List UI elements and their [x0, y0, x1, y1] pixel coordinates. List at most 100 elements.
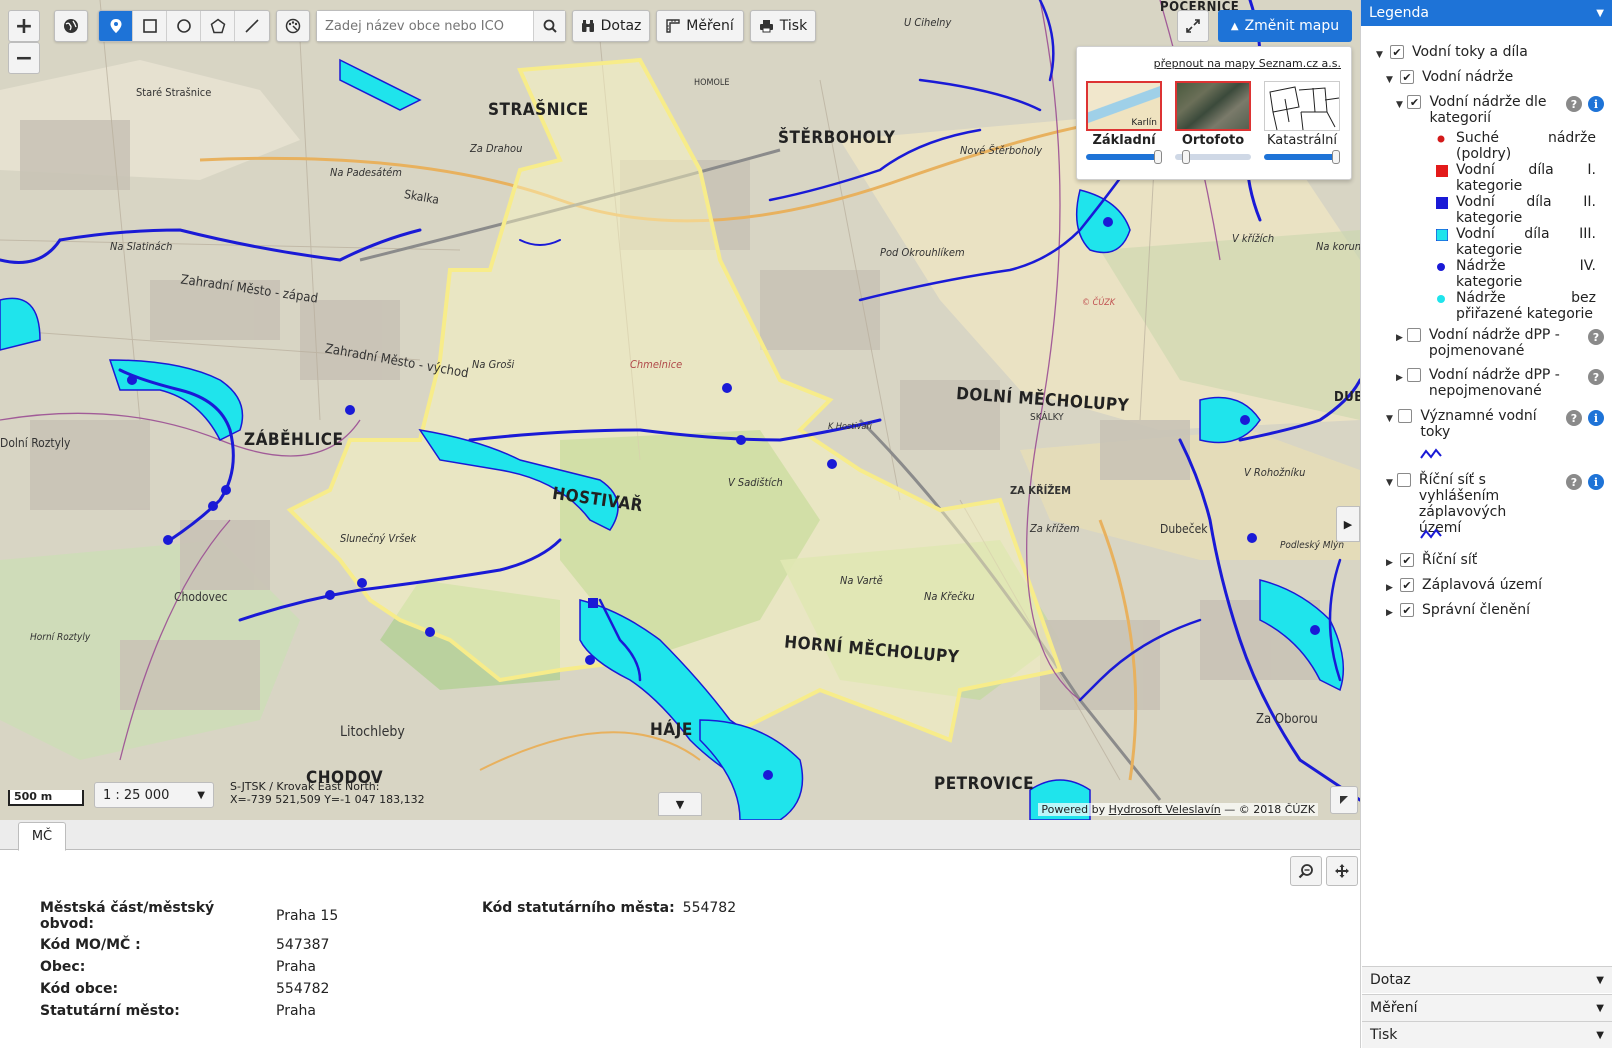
change-map-button[interactable]: ▲ Změnit mapu	[1218, 10, 1352, 42]
legend-item-vodni-toky[interactable]: ▼ ✔ Vodní toky a díla	[1376, 44, 1528, 60]
expand-right-icon[interactable]: ▶	[1386, 555, 1396, 568]
accordion-print[interactable]: Tisk ▼	[1362, 1021, 1612, 1048]
legend-item-spravni[interactable]: ▶ ✔ Správní členění	[1386, 602, 1530, 618]
legend-label: Záplavová území	[1422, 577, 1543, 593]
collapse-info-button[interactable]: ▼	[658, 792, 702, 816]
legend-item-ricni-sit[interactable]: ▶ ✔ Říční síť	[1386, 552, 1477, 568]
cadastral-opacity-slider[interactable]	[1264, 150, 1340, 164]
expand-down-icon[interactable]: ▼	[1386, 411, 1394, 424]
expand-down-icon[interactable]: ▼	[1396, 97, 1403, 110]
legend-item-zaplavova[interactable]: ▶ ✔ Záplavová území	[1386, 577, 1542, 593]
ortho-slider-knob[interactable]	[1181, 150, 1190, 164]
query-label: Dotaz	[600, 18, 642, 34]
accordion-measure[interactable]: Měření ▼	[1362, 994, 1612, 1021]
checkbox-unchecked[interactable]	[1396, 473, 1411, 487]
expand-down-icon[interactable]: ▼	[1386, 475, 1393, 488]
legend-item-nadrze-kategorie[interactable]: ▼ ✔ Vodní nádrže dle kategorií	[1396, 94, 1566, 126]
info-icon[interactable]: i	[1588, 410, 1604, 426]
legend-item-vodni-nadrze[interactable]: ▼ ✔ Vodní nádrže	[1386, 69, 1513, 85]
seznam-maps-link[interactable]: přepnout na mapy Seznam.cz a.s.	[1154, 57, 1341, 70]
zoom-to-feature-button[interactable]	[1290, 856, 1322, 886]
overview-toggle-button[interactable]	[1330, 786, 1358, 814]
label-dubec: DUBEČ	[1334, 390, 1360, 405]
legend-label: Vodní nádrže dle kategorií	[1429, 94, 1547, 126]
checkbox-unchecked[interactable]	[1398, 409, 1413, 423]
legend-label: Vodní nádrže dPP - pojmenované	[1428, 327, 1560, 359]
globe-button[interactable]	[54, 10, 88, 42]
line-tool-button[interactable]	[235, 11, 269, 41]
attr-value: Praha	[276, 1003, 316, 1019]
cadastral-slider-knob[interactable]	[1332, 150, 1340, 164]
help-icon[interactable]: ?	[1566, 410, 1582, 426]
ortho-opacity-slider[interactable]	[1175, 150, 1251, 164]
help-icon[interactable]: ?	[1566, 96, 1582, 112]
fullscreen-button[interactable]	[1177, 10, 1209, 42]
tab-mc[interactable]: MČ	[18, 822, 66, 851]
search-icon	[543, 19, 557, 33]
legend-item-dpp-nepojmenovane[interactable]: ▶ Vodní nádrže dPP - nepojmenované	[1396, 367, 1566, 399]
checkbox-checked[interactable]: ✔	[1400, 603, 1414, 617]
query-button[interactable]: Dotaz	[572, 10, 650, 42]
basemap-option-cadastral[interactable]: Katastrální	[1263, 81, 1341, 164]
checkbox-checked[interactable]: ✔	[1400, 553, 1414, 567]
help-icon[interactable]: ?	[1566, 474, 1582, 490]
expand-down-icon[interactable]: ▼	[1386, 72, 1396, 85]
print-button[interactable]: Tisk	[750, 10, 816, 42]
expand-right-icon[interactable]: ▶	[1396, 330, 1403, 343]
help-icon[interactable]: ?	[1588, 329, 1604, 345]
measure-button[interactable]: Měření	[656, 10, 744, 42]
legend-item-dpp-pojmenovane[interactable]: ▶ Vodní nádrže dPP - pojmenované	[1396, 327, 1566, 359]
search-box	[316, 10, 566, 42]
accordion-query[interactable]: Dotaz ▼	[1362, 966, 1612, 993]
search-input[interactable]	[317, 11, 533, 41]
legend-item-ricni-sit-zaplav[interactable]: ▼ Říční síť s vyhlášením záplavových úze…	[1386, 472, 1546, 536]
polygon-tool-button[interactable]	[201, 11, 235, 41]
search-button[interactable]	[533, 11, 565, 41]
basic-opacity-slider[interactable]	[1086, 150, 1162, 164]
attr-value: Praha 15	[276, 908, 339, 924]
collapse-legend-button[interactable]: ▶	[1336, 506, 1360, 542]
expand-down-icon[interactable]: ▼	[1376, 47, 1386, 60]
point-tool-button[interactable]	[99, 11, 133, 41]
legend-symbol-label: Nádrže IV. kategorie	[1456, 258, 1596, 290]
checkbox-unchecked[interactable]	[1406, 368, 1421, 382]
zoom-out-button[interactable]: −	[8, 42, 40, 74]
expand-right-icon[interactable]: ▶	[1386, 580, 1396, 593]
zoom-in-button[interactable]: +	[8, 10, 40, 42]
coordinates-readout: S-JTSK / Krovak East North: X=-739 521,5…	[230, 780, 425, 806]
scale-select[interactable]: 1 : 25 000 ▼	[94, 782, 214, 808]
label-k-hostivari: K Hostivaři	[828, 422, 872, 432]
rectangle-icon	[142, 19, 157, 33]
clear-drawing-button[interactable]	[276, 10, 310, 42]
checkbox-unchecked[interactable]	[1406, 328, 1421, 342]
symbol-square-red	[1436, 165, 1448, 177]
help-icon[interactable]: ?	[1588, 369, 1604, 385]
label-na-padesatem: Na Padesátém	[330, 166, 402, 179]
cadastral-thumbnail-drawing	[1269, 86, 1340, 131]
circle-tool-button[interactable]	[167, 11, 201, 41]
legend-item-vyznamne-toky[interactable]: ▼ Významné vodní toky	[1386, 408, 1546, 440]
legend-symbol-label: Nádrže bez přiřazené kategorie	[1456, 290, 1596, 322]
line-icon	[245, 19, 259, 33]
label-v-sadistich: V Sadištích	[728, 476, 783, 489]
checkbox-checked[interactable]: ✔	[1400, 578, 1414, 592]
checkbox-checked[interactable]: ✔	[1390, 45, 1404, 59]
label-na-korunce: Na korunce	[1316, 240, 1360, 253]
checkbox-checked[interactable]: ✔	[1407, 95, 1422, 109]
map-canvas[interactable]: STRAŠNICE ŠTĚRBOHOLY ZÁBĚHLICE HOSTIVAŘ …	[0, 0, 1360, 820]
basic-slider-knob[interactable]	[1154, 150, 1162, 164]
attribution-link[interactable]: Hydrosoft Veleslavín	[1109, 803, 1221, 816]
info-icon[interactable]: i	[1588, 474, 1604, 490]
attr-key: Statutární město:	[40, 1003, 180, 1019]
rectangle-tool-button[interactable]	[133, 11, 167, 41]
expand-right-icon[interactable]: ▶	[1396, 370, 1403, 383]
legend-header[interactable]: Legenda ▼	[1361, 0, 1612, 26]
pan-to-feature-button[interactable]	[1326, 856, 1358, 886]
cadastral-title: Katastrální	[1267, 133, 1337, 148]
checkbox-checked[interactable]: ✔	[1400, 70, 1414, 84]
expand-right-icon[interactable]: ▶	[1386, 605, 1396, 618]
info-icon[interactable]: i	[1588, 96, 1604, 112]
basemap-option-ortho[interactable]: Ortofoto	[1174, 81, 1252, 164]
basemap-option-basic[interactable]: Karlín Základní	[1085, 81, 1163, 164]
label-v-rohozniku: V Rohožníku	[1244, 466, 1306, 479]
